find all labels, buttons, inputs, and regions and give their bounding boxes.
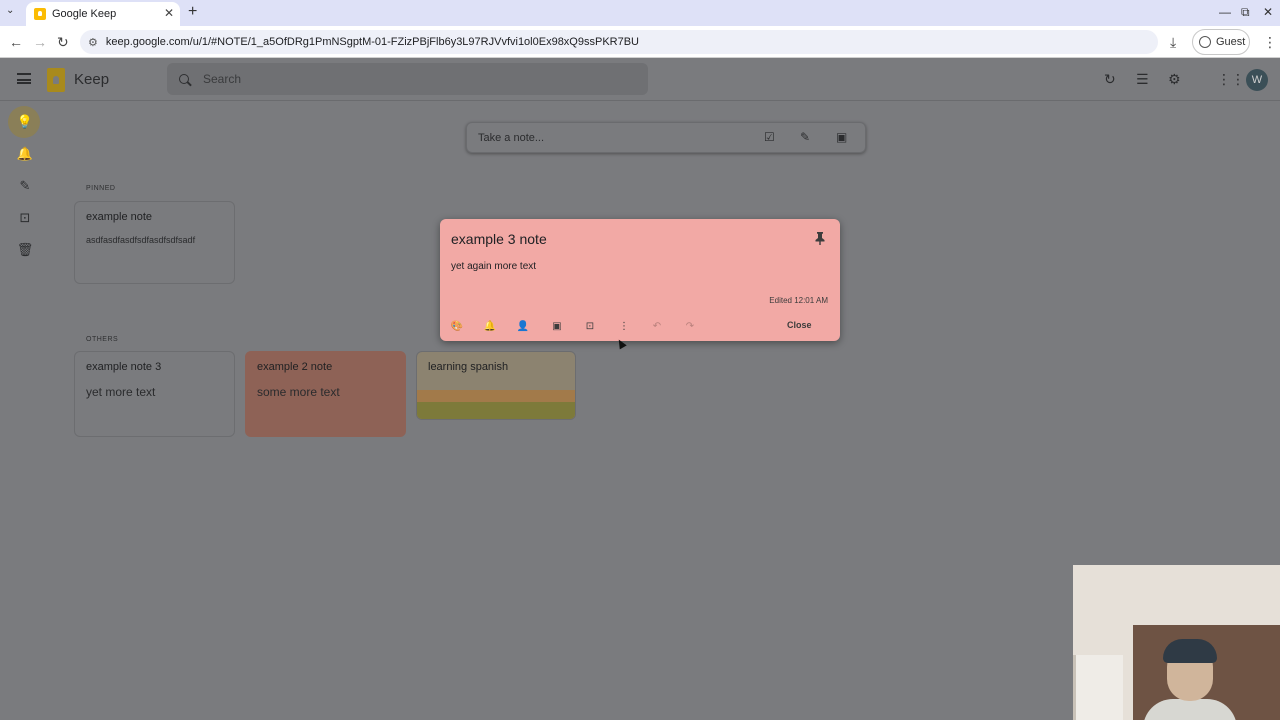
note-card[interactable]: example note 3 yet more text [74, 351, 235, 437]
browser-tab-strip: ⌄ Google Keep ✕ + — ⧉ ✕ [0, 0, 1280, 26]
reload-icon[interactable]: ↻ [57, 34, 69, 51]
webcam-door [1073, 655, 1123, 720]
take-note-placeholder: Take a note... [478, 131, 545, 144]
keep-logo-icon [47, 68, 65, 92]
new-list-checkbox-icon[interactable]: ☑ [764, 130, 775, 144]
collaborator-icon[interactable]: 👤 [516, 319, 530, 333]
main-menu-icon[interactable] [17, 73, 31, 84]
new-tab-icon[interactable]: + [188, 3, 197, 21]
url-text: keep.google.com/u/1/#NOTE/1_a5OfDRg1PmNS… [105, 36, 639, 48]
tab-close-icon[interactable]: ✕ [164, 6, 174, 20]
address-bar-row: ← → ↻ ⚙ keep.google.com/u/1/#NOTE/1_a5Of… [0, 26, 1280, 58]
pin-icon[interactable] [814, 231, 826, 245]
archive-icon[interactable]: ⊡ [16, 209, 34, 227]
note-card-image[interactable]: learning spanish [416, 351, 576, 420]
profile-label: Guest [1216, 36, 1246, 48]
take-note-input[interactable]: Take a note... ☑ ✎ ▣ [466, 122, 866, 153]
settings-gear-icon[interactable]: ⚙ [1168, 71, 1181, 88]
open-note-editor: example 3 note yet again more text Edite… [440, 219, 840, 341]
edit-labels-pencil-icon[interactable]: ✎ [16, 177, 34, 195]
note-body: some more text [257, 385, 340, 399]
search-icon[interactable] [179, 74, 189, 84]
app-name[interactable]: Keep [74, 71, 109, 88]
note-title: example note [86, 211, 153, 223]
note-background-image-foreground [417, 402, 575, 419]
tab-list-icon[interactable]: ⌄ [6, 5, 14, 16]
note-card[interactable]: example 2 note some more text [245, 351, 406, 437]
account-avatar[interactable]: W [1246, 69, 1268, 91]
redo-icon[interactable]: ↷ [683, 319, 697, 333]
others-section-label: OTHERS [86, 336, 119, 343]
app-header: Keep Search ↻ ☰ ⚙ ⋮⋮ W [0, 58, 1280, 101]
note-body: yet more text [86, 385, 156, 399]
reminders-bell-icon[interactable]: 🔔 [16, 145, 34, 163]
note-title: example note 3 [86, 361, 162, 373]
profile-button[interactable]: Guest [1192, 29, 1250, 55]
note-card-pinned[interactable]: example note asdfasdfasdfsdfasdfsdfsadf [74, 201, 235, 284]
edited-timestamp: Edited 12:01 AM [769, 296, 828, 305]
search-input[interactable]: Search [167, 63, 648, 95]
back-icon[interactable]: ← [9, 34, 23, 50]
profile-icon [1199, 36, 1211, 48]
search-placeholder: Search [203, 72, 242, 86]
url-field[interactable]: ⚙ keep.google.com/u/1/#NOTE/1_a5OfDRg1Pm… [80, 30, 1158, 54]
tab-title: Google Keep [52, 8, 117, 20]
forward-icon[interactable]: → [33, 34, 47, 50]
browser-tab[interactable]: Google Keep ✕ [26, 2, 180, 26]
keep-favicon-icon [34, 8, 46, 20]
trash-icon[interactable]: 🗑 [16, 241, 34, 259]
note-body: asdfasdfasdfsdfasdfsdfsadf [86, 235, 196, 245]
apps-grid-icon[interactable]: ⋮⋮ [1217, 71, 1245, 88]
notes-bulb-icon[interactable]: 💡 [16, 113, 34, 131]
download-icon[interactable]: ⤓ [1170, 34, 1176, 51]
new-drawing-brush-icon[interactable]: ✎ [800, 130, 810, 144]
note-title: example 2 note [257, 361, 333, 373]
add-image-icon[interactable]: ▣ [550, 319, 564, 333]
browser-menu-icon[interactable]: ⋮ [1263, 34, 1277, 51]
open-note-title[interactable]: example 3 note [451, 231, 547, 247]
background-options-palette-icon[interactable]: 🎨 [450, 319, 464, 333]
site-info-icon[interactable]: ⚙ [88, 36, 98, 49]
new-image-note-icon[interactable]: ▣ [836, 130, 847, 144]
note-title: learning spanish [428, 361, 509, 373]
remind-me-bell-icon[interactable]: 🔔 [483, 319, 497, 333]
minimize-icon[interactable]: — [1219, 5, 1231, 19]
close-button[interactable]: Close [787, 320, 812, 330]
pinned-section-label: PINNED [86, 185, 116, 192]
open-note-body[interactable]: yet again more text [451, 261, 536, 272]
archive-icon[interactable]: ⊡ [583, 319, 597, 333]
webcam-person-cap [1163, 639, 1217, 663]
more-options-icon[interactable]: ⋮ [617, 319, 631, 333]
list-view-icon[interactable]: ☰ [1136, 71, 1149, 88]
undo-icon[interactable]: ↶ [650, 319, 664, 333]
restore-icon[interactable]: ⧉ [1241, 5, 1250, 20]
window-close-icon[interactable]: ✕ [1263, 5, 1273, 19]
webcam-overlay [1073, 565, 1280, 720]
refresh-icon[interactable]: ↻ [1104, 71, 1116, 88]
